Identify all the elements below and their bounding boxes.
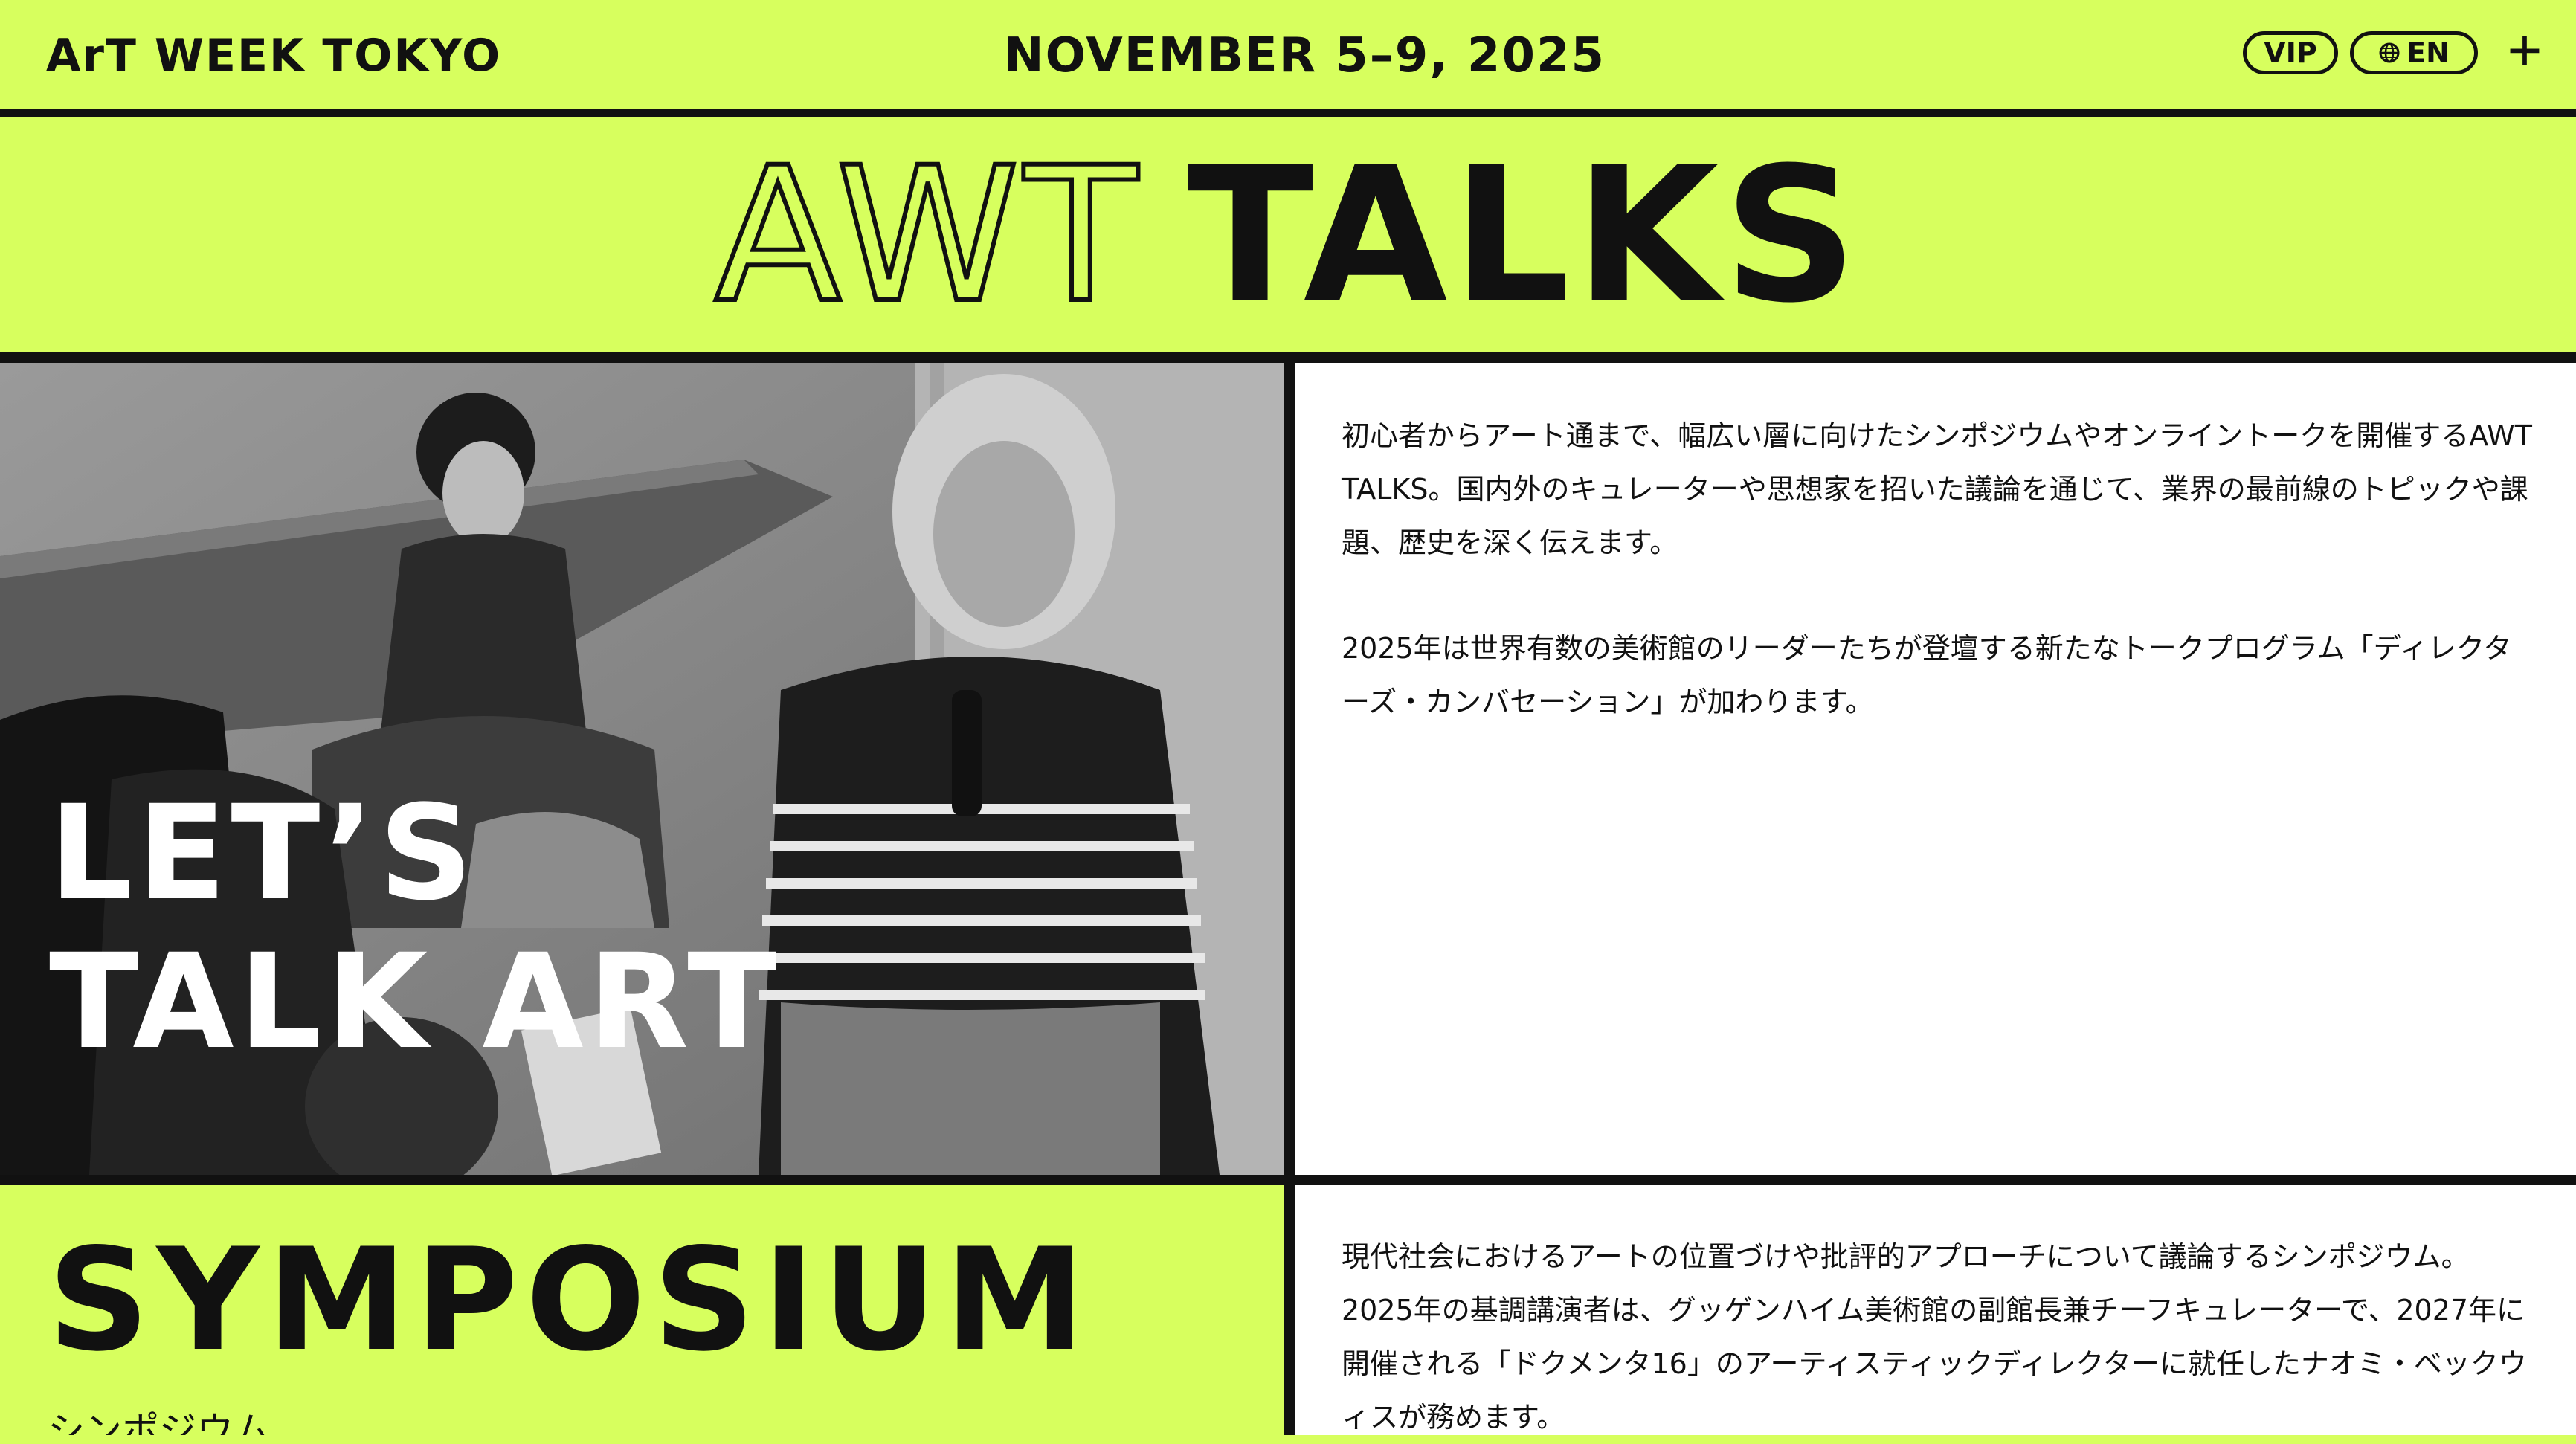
symposium-section: SYMPOSIUM シンポジウム <box>0 1185 1284 1435</box>
intro-paragraph-2: 2025年は世界有数の美術館のリーダーたちが登壇する新たなトークプログラム「ディ… <box>1342 632 2512 718</box>
divider <box>0 352 2576 363</box>
symposium-text-panel: 現代社会におけるアートの位置づけや批評的アプローチについて議論するシンポジウム。… <box>1295 1185 2576 1435</box>
talk-photo: LET’S TALK ART <box>0 363 1284 1175</box>
divider <box>1284 363 1295 1435</box>
vip-button[interactable]: VIP <box>2243 31 2338 74</box>
event-dates: NOVEMBER 5–9, 2025 <box>1004 28 1606 83</box>
page-title: AWT TALKS <box>0 117 2576 352</box>
divider <box>0 109 2576 117</box>
plus-icon[interactable]: + <box>2499 21 2551 80</box>
symposium-paragraph: 現代社会におけるアートの位置づけや批評的アプローチについて議論するシンポジウム。… <box>1342 1240 2527 1434</box>
intro-paragraph-1: 初心者からアート通まで、幅広い層に向けたシンポジウムやオンライントークを開催する… <box>1342 419 2532 559</box>
site-logo[interactable]: ArT WEEK TOKYO <box>46 30 501 82</box>
divider <box>0 1175 2576 1185</box>
symposium-subheading: シンポジウム <box>48 1409 271 1435</box>
lets-talk-art-heading: LET’S TALK ART <box>49 777 782 1078</box>
language-button[interactable]: EN <box>2350 31 2478 74</box>
top-bar: ArT WEEK TOKYO NOVEMBER 5–9, 2025 VIP EN… <box>0 0 2576 109</box>
language-label: EN <box>2406 36 2450 69</box>
page-title-solid: TALKS <box>1186 126 1862 344</box>
page-title-outline: AWT <box>712 125 1142 346</box>
symposium-heading: SYMPOSIUM <box>48 1218 1093 1382</box>
intro-text-panel: 初心者からアート通まで、幅広い層に向けたシンポジウムやオンライントークを開催する… <box>1295 363 2576 1175</box>
globe-icon <box>2379 42 2400 63</box>
